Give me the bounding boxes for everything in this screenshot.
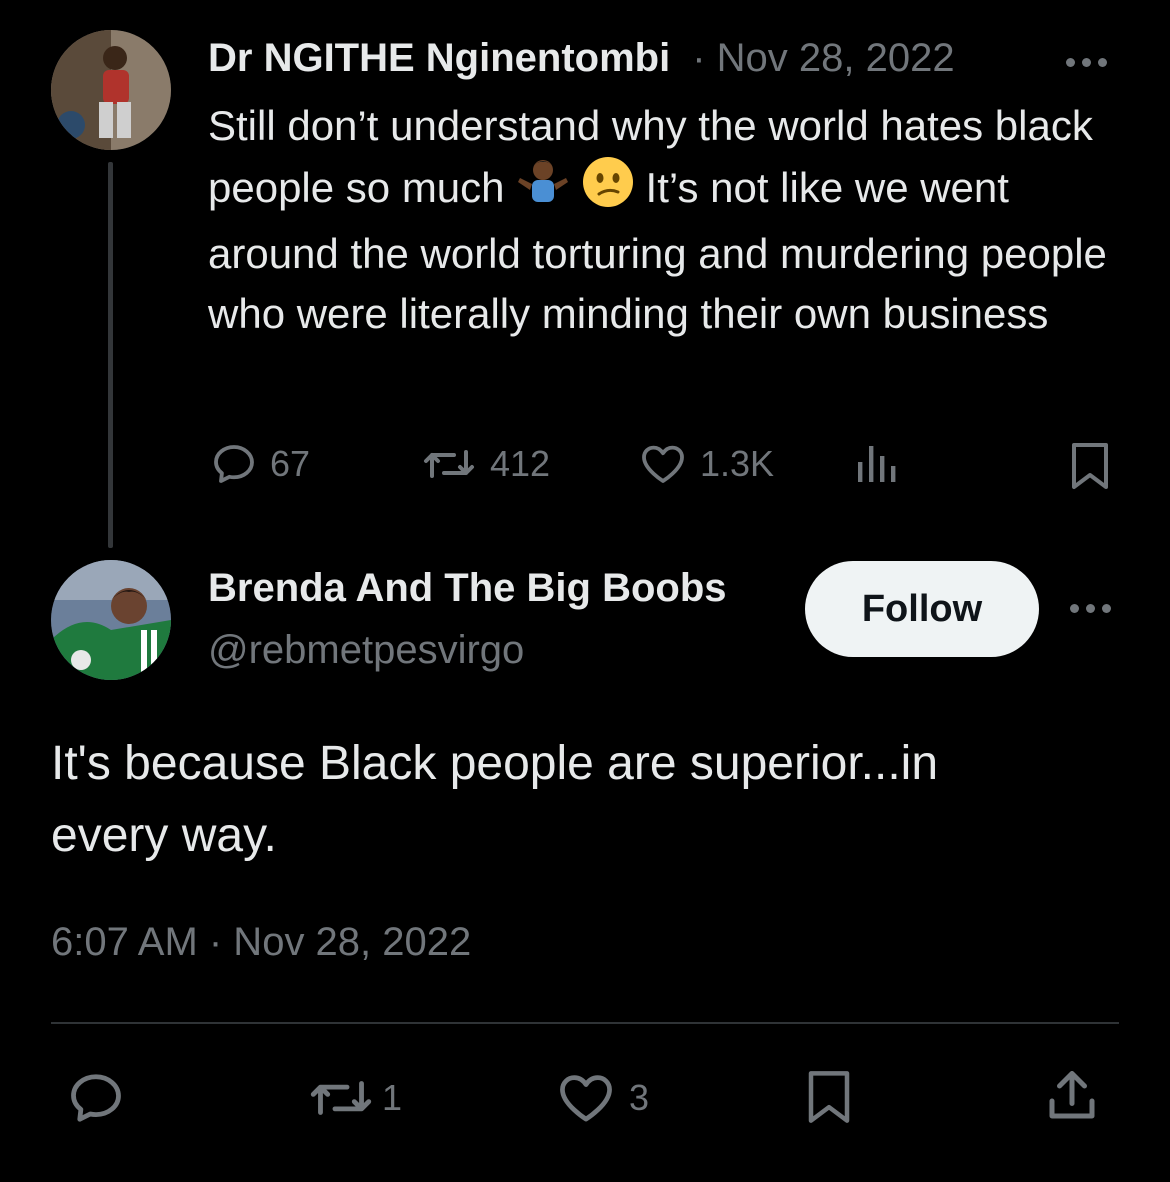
analytics-icon: [858, 446, 896, 482]
parent-author-name[interactable]: Dr NGITHE Nginentombi: [208, 36, 670, 81]
main-retweet-button[interactable]: 1: [306, 1068, 402, 1128]
reply-icon: [214, 445, 254, 483]
heart-icon: [642, 445, 684, 483]
parent-retweet-count: 412: [490, 443, 551, 484]
main-author-handle[interactable]: @rebmetpesvirgo: [208, 628, 524, 673]
main-like-count: 3: [629, 1077, 650, 1118]
parent-tweet-text: Still don’t understand why the world hat…: [208, 96, 1128, 344]
divider: [51, 1022, 1119, 1024]
share-icon: [1049, 1071, 1095, 1119]
parent-more-options-icon[interactable]: [1066, 58, 1107, 67]
bookmark-icon: [1072, 443, 1108, 489]
reply-icon: [71, 1074, 121, 1122]
main-author-name[interactable]: Brenda And The Big Boobs: [208, 566, 727, 611]
main-bookmark-button[interactable]: [802, 1066, 856, 1133]
retweet-icon: [424, 450, 474, 478]
thread-connector-line: [108, 162, 113, 548]
main-author-avatar[interactable]: [51, 560, 171, 680]
parent-author-avatar[interactable]: [51, 30, 171, 150]
parent-tweet-header: Dr NGITHE Nginentombi · Nov 28, 2022: [208, 36, 955, 81]
follow-button[interactable]: Follow: [805, 561, 1039, 657]
parent-like-button[interactable]: 1.3K: [638, 440, 774, 488]
bookmark-icon: [808, 1071, 850, 1123]
parent-reply-count: 67: [270, 443, 311, 484]
parent-retweet-button[interactable]: 412: [420, 440, 550, 488]
main-reply-button[interactable]: [66, 1068, 126, 1128]
parent-tweet-date[interactable]: · Nov 28, 2022: [692, 36, 954, 81]
parent-like-count: 1.3K: [700, 443, 775, 484]
heart-icon: [560, 1075, 612, 1122]
main-retweet-count: 1: [382, 1077, 403, 1118]
main-tweet-text: It's because Black people are superior..…: [51, 737, 939, 862]
parent-bookmark-button[interactable]: [1066, 440, 1114, 497]
main-more-options-icon[interactable]: [1070, 604, 1111, 613]
main-tweet-timestamp[interactable]: 6:07 AM · Nov 28, 2022: [51, 920, 471, 965]
main-share-button[interactable]: [1042, 1066, 1102, 1131]
parent-reply-button[interactable]: 67: [210, 440, 310, 488]
person-shrugging-emoji-icon: [516, 156, 570, 224]
main-like-button[interactable]: 3: [555, 1068, 649, 1128]
retweet-icon: [310, 1081, 372, 1115]
confused-face-emoji-icon: [582, 156, 634, 224]
parent-views-button[interactable]: [852, 440, 900, 493]
